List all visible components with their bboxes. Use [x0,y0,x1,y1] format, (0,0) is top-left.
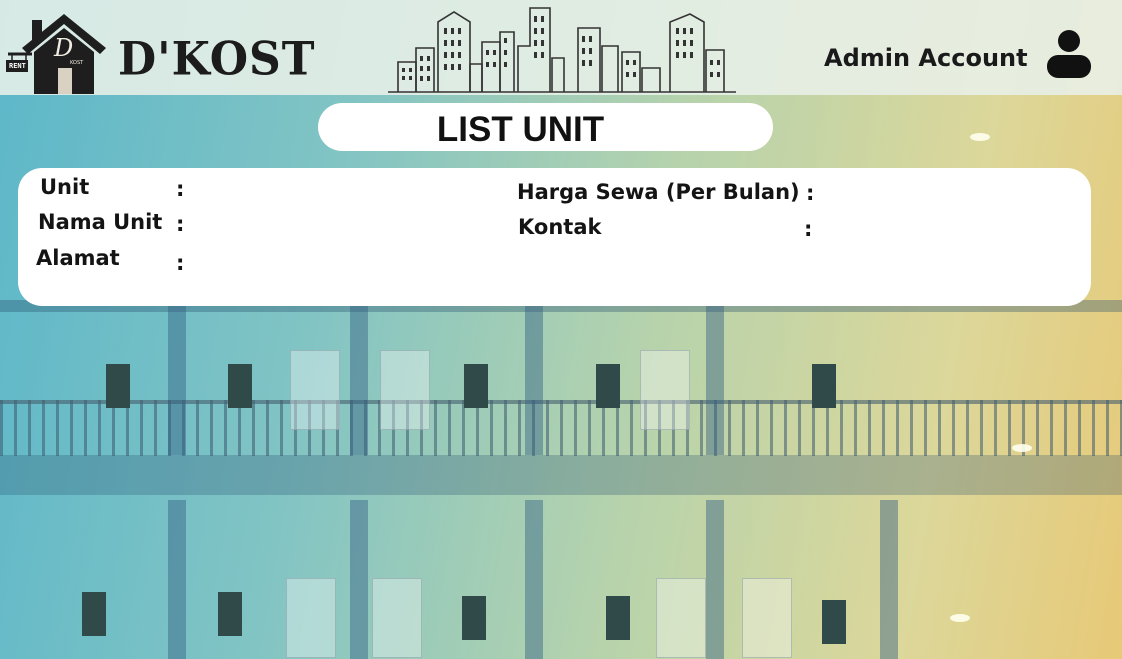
admin-account-label[interactable]: Admin Account [824,44,1028,72]
kontak-label: Kontak [518,215,602,239]
page-title-pill: LIST UNIT [318,103,773,151]
harga-sewa-label: Harga Sewa (Per Bulan) [517,180,800,204]
logo-sign-text: RENT [9,62,26,70]
kontak-colon: : [804,217,813,241]
logo-small-text: KOST [70,60,84,66]
unit-label: Unit [40,175,90,199]
harga-sewa-colon: : [806,181,815,205]
logo-letter: D [54,34,74,62]
nama-unit-colon: : [176,212,185,236]
unit-colon: : [176,177,185,201]
alamat-colon: : [176,251,185,275]
page-title: LIST UNIT [436,110,605,149]
city-skyline-icon [388,7,736,93]
alamat-label: Alamat [36,246,120,270]
top-header-bar: RENT D KOST D'KOST Admin Account [0,0,1122,95]
unit-detail-card: Unit : Nama Unit : Alamat : Harga Sewa (… [18,168,1091,306]
user-icon[interactable] [1044,28,1094,80]
nama-unit-label: Nama Unit [38,210,163,234]
brand-name: D'KOST [118,32,316,87]
background-hallway-photo [0,0,1122,659]
